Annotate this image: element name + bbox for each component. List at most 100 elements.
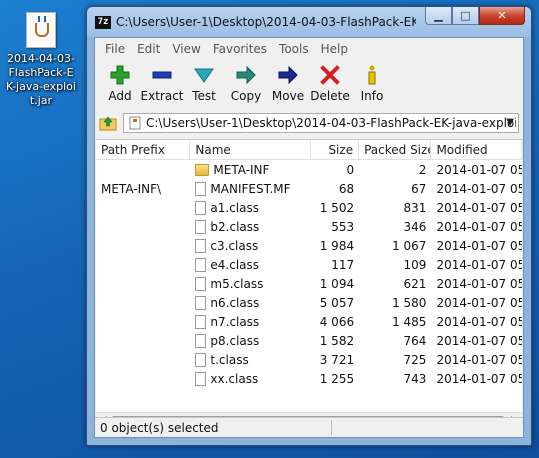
cell-size: 1 582	[319, 333, 355, 348]
cell-name: p8.class	[190, 333, 310, 348]
column-name[interactable]: Name	[190, 140, 311, 159]
cell-packed-size: 1 067	[392, 238, 427, 253]
move-button[interactable]: Move	[267, 60, 309, 110]
check-icon	[192, 64, 216, 86]
file-name: META-INF	[213, 162, 270, 177]
file-icon	[195, 276, 207, 291]
file-icon	[195, 238, 207, 253]
file-name: xx.class	[210, 371, 259, 386]
copy-button[interactable]: Copy	[225, 60, 267, 110]
desktop-jar-file-icon[interactable]: 2014-04-03-FlashPack-EK-java-exploit.jar	[2, 12, 80, 108]
cell-modified: 2014-01-07 05:22	[436, 276, 522, 291]
cell-packed-size: 1 485	[392, 314, 427, 329]
toolbar: Add Extract Test Copy Move Delete Info	[95, 60, 523, 110]
table-row[interactable]: p8.class 1 582 764 2014-01-07 05:22	[96, 331, 522, 350]
move-label: Move	[271, 89, 305, 103]
column-modified[interactable]: Modified	[431, 140, 522, 159]
cell-modified: 2014-01-07 05:22	[436, 200, 522, 215]
test-label: Test	[192, 89, 216, 103]
menu-view[interactable]: View	[166, 42, 206, 56]
sevenzip-window: 7z C:\Users\User-1\Desktop\2014-04-03-Fl…	[86, 6, 532, 446]
cell-name: META-INF	[190, 163, 310, 177]
minimize-button[interactable]: ▁	[425, 7, 452, 25]
cell-name: b2.class	[190, 219, 310, 234]
column-packed-size[interactable]: Packed Size	[359, 140, 432, 159]
rows-container: META-INF 0 2 2014-01-07 05:22 META-INF\ MANIF…	[96, 160, 522, 388]
column-size[interactable]: Size	[311, 140, 360, 159]
file-icon	[195, 333, 207, 348]
file-name: t.class	[210, 352, 249, 367]
file-list: Path Prefix Name Size Packed Size Modifi…	[96, 139, 522, 429]
minus-icon	[150, 64, 174, 86]
close-button[interactable]: ✕	[479, 7, 525, 25]
cell-modified: 2014-01-07 05:22	[436, 162, 522, 177]
cell-modified: 2014-01-07 05:22	[436, 352, 522, 367]
file-name: n7.class	[210, 314, 260, 329]
table-row[interactable]: m5.class 1 094 621 2014-01-07 05:22	[96, 274, 522, 293]
table-row[interactable]: n6.class 5 057 1 580 2014-01-07 05:22	[96, 293, 522, 312]
menu-help[interactable]: Help	[315, 42, 354, 56]
table-row[interactable]: t.class 3 721 725 2014-01-07 05:22	[96, 350, 522, 369]
cell-name: MANIFEST.MF	[190, 181, 310, 196]
cell-name: e4.class	[190, 257, 310, 272]
file-icon	[195, 314, 207, 329]
up-folder-button[interactable]	[99, 114, 117, 132]
table-row[interactable]: META-INF 0 2 2014-01-07 05:22	[96, 160, 522, 179]
cell-size: 5 057	[319, 295, 355, 310]
archive-icon	[129, 116, 141, 130]
file-name: a1.class	[210, 200, 259, 215]
menu-file[interactable]: File	[99, 42, 131, 56]
move-arrow-icon	[276, 64, 300, 86]
path-combobox[interactable]: C:\Users\User-1\Desktop\2014-04-03-Flash…	[123, 113, 519, 133]
file-name: n6.class	[210, 295, 260, 310]
cell-size: 1 984	[319, 238, 355, 253]
window-title: C:\Users\User-1\Desktop\2014-04-03-Flash…	[116, 15, 416, 29]
file-name: p8.class	[210, 333, 260, 348]
title-bar[interactable]: 7z C:\Users\User-1\Desktop\2014-04-03-Fl…	[87, 7, 531, 37]
delete-label: Delete	[310, 89, 350, 103]
file-icon	[195, 200, 207, 215]
menu-favorites[interactable]: Favorites	[207, 42, 273, 56]
table-row[interactable]: e4.class 117 109 2014-01-07 05:22	[96, 255, 522, 274]
cell-size: 117	[331, 257, 355, 272]
maximize-button[interactable]: □	[452, 7, 479, 25]
cell-name: m5.class	[190, 276, 310, 291]
cell-packed-size: 109	[403, 257, 427, 272]
delete-button[interactable]: Delete	[309, 60, 351, 110]
file-icon	[195, 295, 207, 310]
dropdown-arrow-icon[interactable]: ▼	[506, 117, 514, 128]
cell-name: xx.class	[190, 371, 310, 386]
file-name: c3.class	[210, 238, 259, 253]
file-icon	[195, 352, 207, 367]
cell-packed-size: 2	[418, 162, 427, 177]
file-name: b2.class	[210, 219, 260, 234]
table-row[interactable]: META-INF\ MANIFEST.MF 68 67 2014-01-07 05:22	[96, 179, 522, 198]
menu-tools[interactable]: Tools	[273, 42, 315, 56]
copy-label: Copy	[230, 89, 262, 103]
window-client-area: File Edit View Favorites Tools Help Add …	[94, 37, 524, 438]
info-button[interactable]: Info	[351, 60, 393, 110]
extract-button[interactable]: Extract	[141, 60, 184, 110]
cell-size: 1 255	[319, 371, 355, 386]
cell-size: 1 502	[319, 200, 355, 215]
add-button[interactable]: Add	[99, 60, 141, 110]
cell-size: 4 066	[319, 314, 355, 329]
table-row[interactable]: n7.class 4 066 1 485 2014-01-07 05:22	[96, 312, 522, 331]
menu-edit[interactable]: Edit	[131, 42, 166, 56]
copy-arrow-icon	[234, 64, 258, 86]
cell-modified: 2014-01-07 05:22	[436, 371, 522, 386]
cell-modified: 2014-01-07 05:22	[436, 333, 522, 348]
file-icon	[195, 219, 207, 234]
table-row[interactable]: b2.class 553 346 2014-01-07 05:22	[96, 217, 522, 236]
cell-modified: 2014-01-07 05:22	[436, 257, 522, 272]
table-row[interactable]: a1.class 1 502 831 2014-01-07 05:22	[96, 198, 522, 217]
cell-name: c3.class	[190, 238, 310, 253]
cell-modified: 2014-01-07 05:22	[436, 314, 522, 329]
table-row[interactable]: xx.class 1 255 743 2014-01-07 05:22	[96, 369, 522, 388]
table-row[interactable]: c3.class 1 984 1 067 2014-01-07 05:22	[96, 236, 522, 255]
cell-modified: 2014-01-07 05:22	[436, 219, 522, 234]
column-path-prefix[interactable]: Path Prefix	[96, 140, 191, 159]
file-icon	[195, 257, 207, 272]
plus-icon	[108, 64, 132, 86]
test-button[interactable]: Test	[183, 60, 225, 110]
